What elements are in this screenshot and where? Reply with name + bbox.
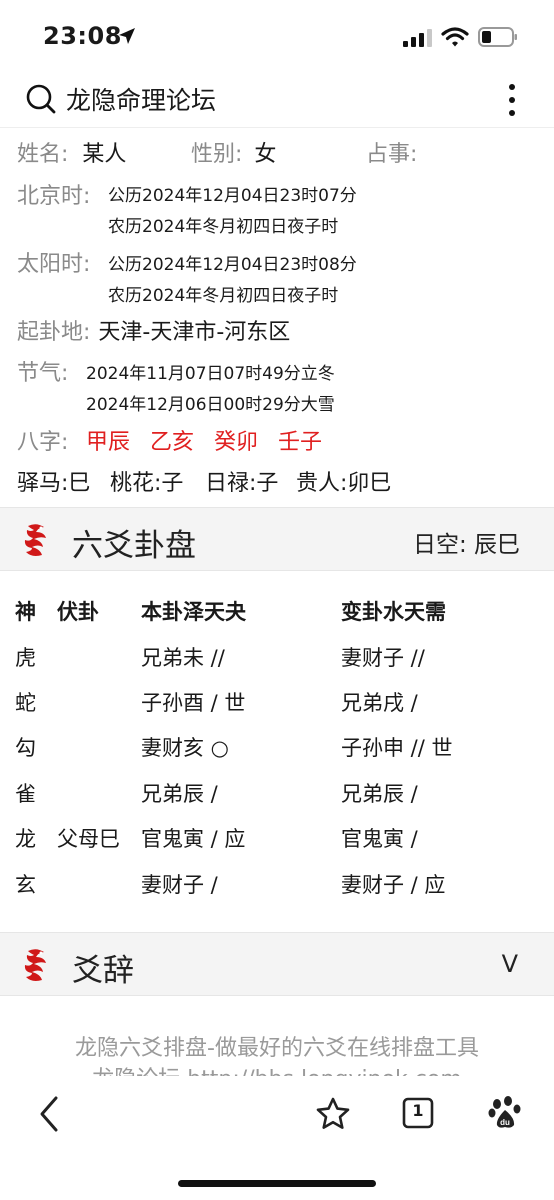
gua-section-title: 六爻卦盘: [72, 528, 196, 564]
status-time: 23:08: [43, 22, 122, 50]
solar-term-label: 节气:: [17, 361, 69, 386]
home-indicator[interactable]: [178, 1180, 376, 1187]
solar-time-label: 太阳时:: [17, 252, 91, 277]
bazi-day: 癸卯: [214, 430, 259, 455]
matter-label: 占事:: [366, 142, 418, 167]
dragon-icon: [24, 524, 46, 556]
xunkong-value: 日空: 辰巳: [412, 532, 520, 558]
more-dots-icon[interactable]: [500, 82, 524, 118]
wifi-icon: [441, 27, 469, 47]
gender-value: 女: [254, 142, 277, 167]
bazi-label: 八字:: [17, 430, 69, 455]
beijing-solar: 公历2024年12月04日23时07分: [108, 186, 357, 206]
bazi-year: 甲辰: [86, 430, 131, 455]
name-row: 姓名: 某人: [17, 136, 126, 168]
row-biangua: 妻财子 //: [341, 646, 425, 670]
name-label: 姓名:: [17, 142, 69, 167]
row-shen: 龙: [15, 827, 36, 851]
shensha-yima: 驿马:巳: [17, 471, 91, 496]
gender-row: 性别: 女: [191, 136, 276, 168]
bazi-hour: 壬子: [278, 430, 323, 455]
browser-address-bar[interactable]: 龙隐命理论坛: [0, 70, 554, 128]
gua-section-header: 六爻卦盘 日空: 辰巳: [0, 507, 554, 571]
column-header-biangua: 变卦水天需: [341, 600, 446, 624]
baidu-paw-icon[interactable]: du: [488, 1095, 522, 1131]
column-header-shen: 神: [15, 600, 36, 624]
battery-icon: [478, 27, 517, 47]
tabs-count[interactable]: 1: [402, 1101, 434, 1120]
row-biangua: 子孙申 // 世: [341, 736, 453, 760]
yaoci-section-header[interactable]: 爻辞 V: [0, 932, 554, 996]
row-shen: 勾: [15, 736, 36, 760]
shensha-guiren: 贵人:卯巳: [296, 471, 392, 496]
row-biangua: 兄弟辰 /: [341, 782, 418, 806]
row-bengua: 妻财子 /: [141, 873, 218, 897]
signal-icon: [403, 29, 432, 47]
place-row: 起卦地: 天津-天津市-河东区: [17, 314, 290, 346]
svg-text:du: du: [500, 1118, 510, 1127]
gender-label: 性别:: [191, 142, 243, 167]
footer-slogan: 龙隐六爻排盘-做最好的六爻在线排盘工具: [75, 1036, 479, 1061]
row-fushen: 父母巳: [57, 827, 120, 851]
solar-term-line1: 2024年11月07日07时49分立冬: [86, 364, 335, 384]
yaoci-section-title: 爻辞: [72, 953, 134, 989]
solar-time-solar: 公历2024年12月04日23时08分: [108, 255, 357, 275]
bazi-month: 乙亥: [150, 430, 195, 455]
row-biangua: 妻财子 / 应: [341, 873, 446, 897]
row-bengua: 子孙酉 / 世: [141, 691, 246, 715]
name-value: 某人: [82, 142, 127, 167]
beijing-lunar: 农历2024年冬月初四日夜子时: [108, 217, 339, 237]
row-bengua: 妻财亥 ○: [141, 736, 229, 760]
star-icon[interactable]: [315, 1096, 351, 1132]
dragon-icon: [24, 949, 46, 981]
column-header-fushen: 伏卦: [57, 600, 99, 624]
column-header-bengua: 本卦泽天夬: [141, 600, 246, 624]
solar-term-line2: 2024年12月06日00时29分大雪: [86, 395, 335, 415]
place-value: 天津-天津市-河东区: [98, 320, 291, 345]
location-arrow-icon: [119, 28, 135, 44]
footer-link[interactable]: 龙隐论坛 http://bbs.longyinok.com: [0, 1061, 554, 1076]
row-biangua: 兄弟戌 /: [341, 691, 418, 715]
shensha-taohua: 桃花:子: [110, 471, 184, 496]
matter-row: 占事:: [366, 136, 417, 168]
solar-time-lunar: 农历2024年冬月初四日夜子时: [108, 286, 339, 306]
page-title[interactable]: 龙隐命理论坛: [66, 81, 216, 117]
row-shen: 虎: [15, 646, 36, 670]
row-biangua: 官鬼寅 /: [341, 827, 418, 851]
status-bar: 23:08: [0, 0, 554, 70]
row-shen: 蛇: [15, 691, 36, 715]
row-shen: 玄: [15, 873, 36, 897]
row-bengua: 官鬼寅 / 应: [141, 827, 246, 851]
bazi-row: 八字: 甲辰 乙亥 癸卯 壬子: [17, 424, 322, 456]
back-icon[interactable]: [36, 1095, 62, 1133]
beijing-label: 北京时:: [17, 184, 91, 209]
row-bengua: 兄弟未 //: [141, 646, 225, 670]
place-label: 起卦地:: [17, 320, 91, 345]
row-bengua: 兄弟辰 /: [141, 782, 218, 806]
row-shen: 雀: [15, 782, 36, 806]
search-icon[interactable]: [26, 84, 56, 114]
shensha-rilu: 日禄:子: [205, 471, 279, 496]
expand-toggle[interactable]: V: [502, 950, 518, 978]
